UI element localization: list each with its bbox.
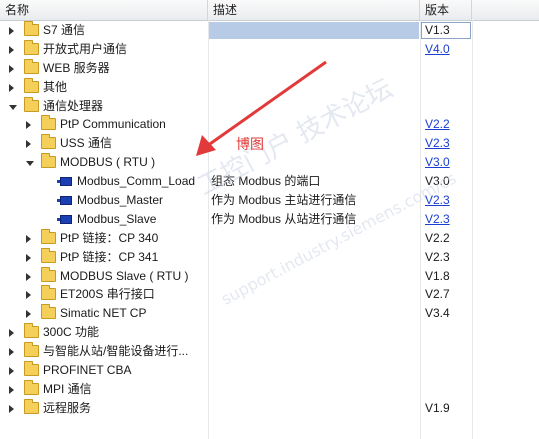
row-name[interactable]: 300C 功能 [43, 323, 99, 342]
collapse-arrow-icon[interactable] [9, 404, 14, 413]
collapse-arrow-icon[interactable] [9, 385, 14, 394]
column-header: 名称 描述 版本 [0, 0, 539, 21]
tree-row[interactable]: WEB 服务器 [0, 58, 539, 78]
row-name[interactable]: 通信处理器 [43, 97, 103, 116]
row-name[interactable]: Modbus_Comm_Load [77, 172, 195, 191]
tree-row[interactable]: Simatic NET CP V3.4 [0, 304, 539, 323]
collapse-arrow-icon[interactable] [26, 234, 31, 243]
instruction-tree: S7 通信 V1.3 开放式用户通信 V4.0 WEB 服务器 其他 通信处理器 PtP Co… [0, 21, 539, 418]
row-name[interactable]: USS 通信 [60, 134, 112, 153]
folder-icon [24, 323, 39, 339]
row-version: V2.3 [425, 249, 450, 264]
row-version: V1.8 [425, 268, 450, 283]
expand-arrow-icon[interactable] [26, 161, 34, 167]
collapse-arrow-icon[interactable] [26, 140, 31, 149]
row-name[interactable]: MODBUS Slave ( RTU ) [60, 267, 188, 286]
row-name[interactable]: 开放式用户通信 [43, 40, 127, 59]
row-name[interactable]: ET200S 串行接口 [60, 285, 155, 304]
function-block-icon [57, 196, 72, 206]
tree-row[interactable]: MPI 通信 [0, 379, 539, 399]
folder-icon [41, 266, 56, 282]
collapse-arrow-icon[interactable] [26, 291, 31, 300]
row-name[interactable]: MPI 通信 [43, 380, 92, 399]
folder-icon [24, 379, 39, 395]
row-name[interactable]: PROFINET CBA [43, 361, 131, 380]
version-link[interactable]: V2.3 [425, 210, 450, 229]
tree-row[interactable]: Modbus_Master 作为 Modbus 主站进行通信 V2.3 [0, 191, 539, 210]
folder-icon [41, 228, 56, 244]
folder-icon [41, 134, 56, 150]
function-block-icon [57, 214, 72, 224]
header-name[interactable]: 名称 [0, 0, 208, 20]
row-name[interactable]: PtP Communication [60, 115, 166, 134]
collapse-arrow-icon[interactable] [26, 121, 31, 130]
row-name[interactable]: Modbus_Slave [77, 210, 156, 229]
row-name[interactable]: MODBUS ( RTU ) [60, 153, 155, 172]
collapse-arrow-icon[interactable] [9, 64, 14, 73]
row-name[interactable]: PtP 链接：CP 340 [60, 229, 158, 248]
tree-row[interactable]: PtP 链接：CP 340 V2.2 [0, 228, 539, 248]
collapse-arrow-icon[interactable] [9, 27, 14, 35]
folder-icon [24, 96, 39, 112]
folder-icon [41, 115, 56, 131]
folder-icon [41, 285, 56, 301]
row-version: V1.3 [425, 23, 450, 37]
collapse-arrow-icon[interactable] [26, 253, 31, 262]
version-link[interactable]: V2.3 [425, 134, 450, 153]
row-version: V2.7 [425, 287, 450, 302]
annotation-label: 博图 [236, 137, 264, 153]
tree-row[interactable]: PROFINET CBA [0, 361, 539, 380]
expand-arrow-icon[interactable] [9, 104, 17, 110]
folder-icon [41, 304, 56, 320]
tree-row[interactable]: 300C 功能 [0, 323, 539, 342]
header-description[interactable]: 描述 [208, 0, 420, 20]
row-name[interactable]: Simatic NET CP [60, 304, 146, 323]
folder-icon [41, 247, 56, 263]
folder-icon [24, 342, 39, 358]
collapse-arrow-icon[interactable] [9, 83, 14, 92]
row-name[interactable]: 其他 [43, 78, 67, 97]
tree-row[interactable]: Modbus_Comm_Load 组态 Modbus 的端口 V3.0 [0, 172, 539, 191]
tree-row[interactable]: S7 通信 V1.3 [0, 21, 539, 40]
folder-icon [24, 361, 39, 377]
tree-row[interactable]: Modbus_Slave 作为 Modbus 从站进行通信 V2.3 [0, 210, 539, 229]
tree-row[interactable]: 远程服务 V1.9 [0, 398, 539, 418]
collapse-arrow-icon[interactable] [26, 272, 31, 281]
row-name[interactable]: Modbus_Master [77, 191, 163, 210]
row-version: V1.9 [425, 400, 450, 415]
row-name[interactable]: PtP 链接：CP 341 [60, 248, 158, 267]
row-version: V3.4 [425, 306, 450, 321]
collapse-arrow-icon[interactable] [9, 45, 14, 54]
row-description: 作为 Modbus 从站进行通信 [211, 211, 357, 226]
tree-row[interactable]: 与智能从站/智能设备进行... [0, 342, 539, 361]
tree-row[interactable]: 通信处理器 [0, 96, 539, 116]
folder-icon [24, 58, 39, 74]
row-name[interactable]: S7 通信 [43, 21, 85, 40]
row-name[interactable]: 远程服务 [43, 399, 91, 418]
collapse-arrow-icon[interactable] [9, 329, 14, 338]
tree-row[interactable]: 开放式用户通信 V4.0 [0, 39, 539, 59]
row-version: V2.2 [425, 230, 450, 245]
header-version[interactable]: 版本 [420, 0, 472, 20]
folder-icon [41, 153, 56, 169]
collapse-arrow-icon[interactable] [9, 348, 14, 357]
tree-row[interactable]: 其他 [0, 77, 539, 97]
selection-highlight [209, 22, 419, 39]
tree-row[interactable]: ET200S 串行接口 V2.7 [0, 285, 539, 304]
function-block-icon [57, 177, 72, 187]
folder-icon [24, 77, 39, 93]
collapse-arrow-icon[interactable] [9, 367, 14, 376]
version-link[interactable]: V2.2 [425, 115, 450, 134]
row-name[interactable]: WEB 服务器 [43, 59, 110, 78]
folder-icon [24, 398, 39, 414]
row-name[interactable]: 与智能从站/智能设备进行... [43, 342, 188, 361]
version-link[interactable]: V4.0 [425, 40, 450, 59]
folder-icon [24, 39, 39, 55]
row-description: 作为 Modbus 主站进行通信 [211, 193, 357, 208]
folder-icon [24, 21, 39, 36]
collapse-arrow-icon[interactable] [26, 310, 31, 319]
